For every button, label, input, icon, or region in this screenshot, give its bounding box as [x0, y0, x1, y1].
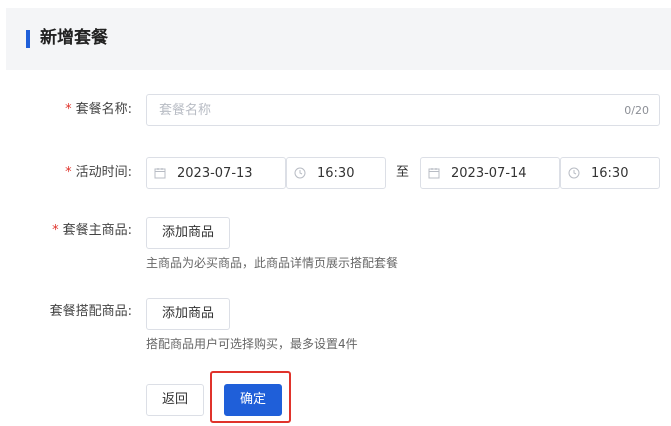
name-placeholder: 套餐名称 [159, 103, 212, 118]
calendar-icon [428, 168, 440, 179]
required-mark: * [65, 102, 72, 117]
start-date-picker[interactable]: 2023-07-13 [146, 157, 286, 189]
back-button[interactable]: 返回 [146, 384, 204, 416]
main-product-label: * 套餐主商品: [52, 223, 132, 238]
start-time-picker[interactable]: 16:30 [286, 157, 386, 189]
clock-icon [568, 167, 580, 179]
end-date-picker[interactable]: 2023-07-14 [420, 157, 560, 189]
start-date-value: 2023-07-13 [177, 166, 253, 181]
end-time-value: 16:30 [591, 166, 629, 181]
range-separator: 至 [396, 165, 410, 180]
end-date-value: 2023-07-14 [451, 166, 527, 181]
required-mark: * [52, 223, 59, 238]
name-label: * 套餐名称: [65, 102, 132, 117]
calendar-icon [154, 168, 166, 179]
page-title: 新增套餐 [40, 28, 108, 48]
combo-product-label: 套餐搭配商品: [49, 304, 132, 319]
combo-product-hint: 搭配商品用户可选择购买，最多设置4件 [146, 337, 358, 351]
required-mark: * [65, 165, 72, 180]
add-main-product-button[interactable]: 添加商品 [146, 217, 230, 249]
add-combo-product-button[interactable]: 添加商品 [146, 298, 230, 330]
char-counter: 0/20 [624, 104, 649, 117]
main-product-hint: 主商品为必买商品，此商品详情页展示搭配套餐 [146, 256, 399, 270]
page-header: 新增套餐 [6, 8, 671, 70]
clock-icon [294, 167, 306, 179]
name-input[interactable]: 套餐名称 0/20 [146, 94, 660, 126]
start-time-value: 16:30 [317, 166, 355, 181]
time-label: * 活动时间: [65, 165, 132, 180]
title-accent-bar [26, 30, 30, 48]
end-time-picker[interactable]: 16:30 [560, 157, 660, 189]
confirm-button[interactable]: 确定 [224, 384, 282, 416]
